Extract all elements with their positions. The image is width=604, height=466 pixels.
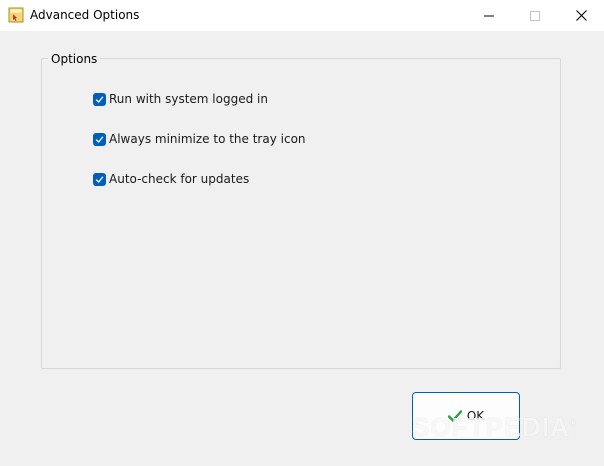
auto-check-updates-label: Auto-check for updates xyxy=(109,172,250,186)
run-with-system-checkbox[interactable] xyxy=(93,92,106,106)
close-button[interactable] xyxy=(558,0,604,31)
close-icon xyxy=(575,6,587,25)
option-auto-check-updates[interactable]: Auto-check for updates xyxy=(93,171,249,187)
ok-button[interactable]: OK xyxy=(412,392,520,440)
maximize-icon xyxy=(530,6,540,25)
title-bar[interactable]: Advanced Options xyxy=(0,0,604,31)
window-title: Advanced Options xyxy=(30,8,140,22)
ok-button-label: OK xyxy=(466,409,485,423)
minimize-icon xyxy=(484,6,494,25)
app-icon xyxy=(8,7,24,23)
checkmark-icon xyxy=(447,407,463,426)
option-minimize-to-tray[interactable]: Always minimize to the tray icon xyxy=(93,131,306,147)
checkmark-icon xyxy=(95,95,104,103)
minimize-to-tray-checkbox[interactable] xyxy=(93,132,106,146)
run-with-system-label: Run with system logged in xyxy=(109,92,268,106)
maximize-button xyxy=(512,0,558,31)
advanced-options-window: Advanced Options Options Run with system… xyxy=(0,0,604,466)
options-group-label: Options xyxy=(48,51,101,67)
minimize-to-tray-label: Always minimize to the tray icon xyxy=(109,132,306,146)
option-run-with-system[interactable]: Run with system logged in xyxy=(93,91,268,107)
auto-check-updates-checkbox[interactable] xyxy=(93,172,106,186)
checkmark-icon xyxy=(95,135,104,143)
minimize-button[interactable] xyxy=(466,0,512,31)
checkmark-icon xyxy=(95,175,104,183)
